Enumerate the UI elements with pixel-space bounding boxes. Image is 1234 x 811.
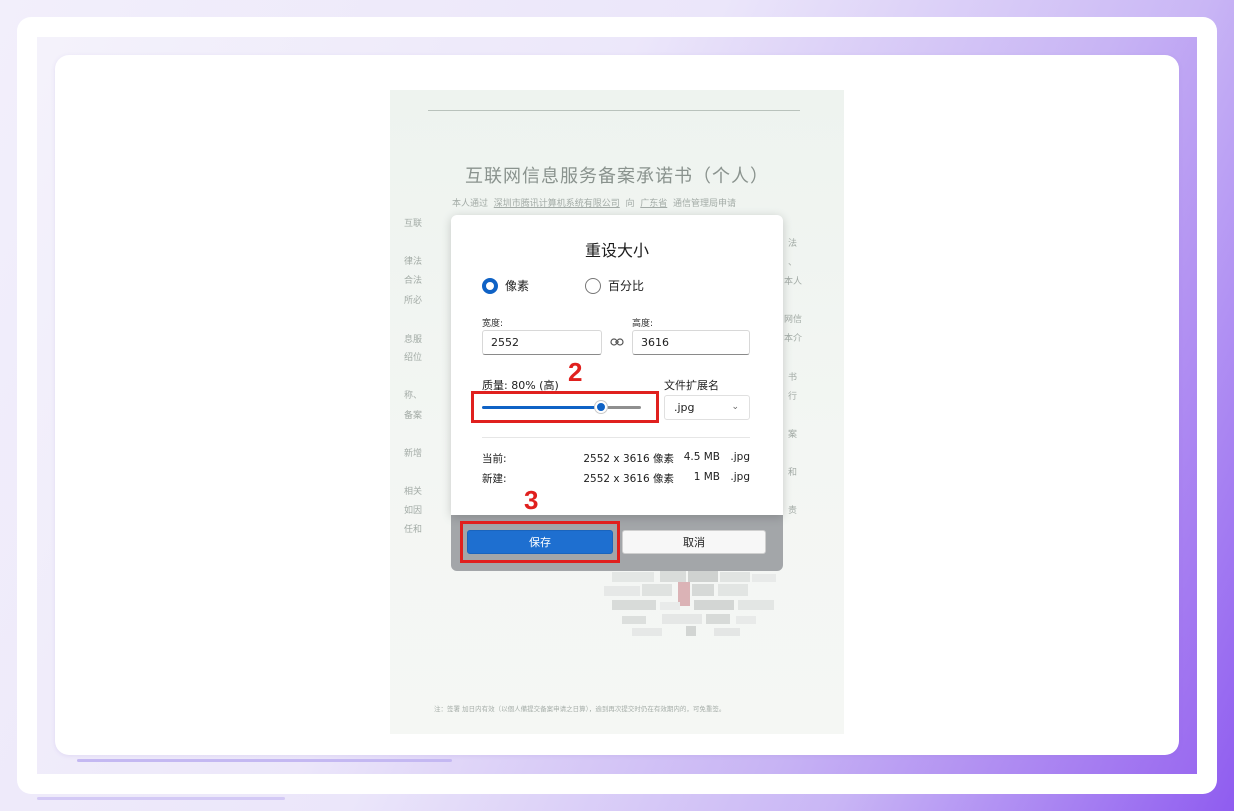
document-title: 互联网信息服务备案承诺书（个人） <box>465 166 769 187</box>
cancel-button[interactable]: 取消 <box>622 530 766 554</box>
document-fragment: 行 <box>788 392 798 402</box>
document-fragment: 和 <box>788 468 798 478</box>
resize-dialog: 重设大小 像素 百分比 宽度: 2552 高度: 3616 质量: 80% (高… <box>451 215 783 515</box>
document-fragment: 相关 <box>404 487 423 497</box>
new-size: 1 MB <box>693 471 720 483</box>
document-fragment: 网信 <box>784 315 803 325</box>
annotation-box-step3 <box>460 521 620 563</box>
document-fragment: 法 <box>788 239 798 249</box>
document-text: 向 <box>625 199 635 209</box>
width-label: 宽度: <box>482 319 504 329</box>
radio-percent-label: 百分比 <box>608 279 645 293</box>
document-line: 本人通过 深圳市腾讯计算机系统有限公司 向 广东省 通信管理局申请 <box>452 196 736 209</box>
document-fragment: 合法 <box>404 276 423 286</box>
new-label: 新建: <box>482 473 507 485</box>
new-ext: .jpg <box>730 471 750 483</box>
document-fragment: 案 <box>788 430 798 440</box>
document-fragment: 新增 <box>404 449 423 459</box>
document-fragment: 绍位 <box>404 353 423 363</box>
document-fragment: 本介 <box>784 334 803 344</box>
document-province: 广东省 <box>640 199 668 209</box>
pixelated-seal <box>602 570 782 645</box>
annotation-step2: 2 <box>568 357 583 387</box>
radio-selected-icon <box>482 277 498 294</box>
extension-label: 文件扩展名 <box>664 379 719 392</box>
document-fragment: 、 <box>788 258 798 268</box>
document-fragment: 本人 <box>784 277 803 287</box>
radio-pixels[interactable]: 像素 <box>482 277 529 294</box>
document-fragment: 所必 <box>404 296 423 306</box>
document-fragment: 如因 <box>404 506 423 516</box>
accent-line <box>77 759 452 762</box>
document-fragment: 互联 <box>404 219 423 229</box>
accent-line <box>37 797 285 800</box>
document-fragment: 责 <box>788 506 798 516</box>
height-input[interactable]: 3616 <box>632 330 750 355</box>
document-fragment: 任和 <box>404 525 423 535</box>
document-fragment: 律法 <box>404 257 423 267</box>
extension-select[interactable]: .jpg ⌄ <box>664 395 750 420</box>
dialog-title: 重设大小 <box>584 241 649 260</box>
document-text: 通信管理局申请 <box>673 199 737 209</box>
document-rule <box>428 110 800 111</box>
current-ext: .jpg <box>730 451 750 463</box>
current-label: 当前: <box>482 453 507 465</box>
chevron-down-icon: ⌄ <box>731 402 739 412</box>
current-size: 4.5 MB <box>683 451 720 463</box>
radio-percent[interactable]: 百分比 <box>585 277 644 294</box>
height-label: 高度: <box>632 319 654 329</box>
new-dims: 2552 x 3616 像素 <box>583 473 674 485</box>
document-footnote: 注：签署 加日内有效（以個人備提交备案申请之日算），逾到再次提交时仍在有效期内的… <box>434 705 726 713</box>
extension-value: .jpg <box>674 401 695 414</box>
current-dims: 2552 x 3616 像素 <box>583 453 674 465</box>
annotation-box-step2 <box>471 391 659 423</box>
document-fragment: 备案 <box>404 411 423 421</box>
aspect-lock-link-icon[interactable] <box>610 336 624 348</box>
document-text: 本人通过 <box>452 199 489 209</box>
width-input[interactable]: 2552 <box>482 330 602 355</box>
radio-unselected-icon <box>585 277 601 294</box>
annotation-step3: 3 <box>524 485 539 515</box>
divider <box>482 437 750 438</box>
document-fragment: 书 <box>788 373 798 383</box>
document-fragment: 称、 <box>404 391 423 401</box>
document-fragment: 息服 <box>404 335 423 345</box>
radio-pixels-label: 像素 <box>505 279 530 293</box>
document-company: 深圳市腾讯计算机系统有限公司 <box>493 199 620 209</box>
